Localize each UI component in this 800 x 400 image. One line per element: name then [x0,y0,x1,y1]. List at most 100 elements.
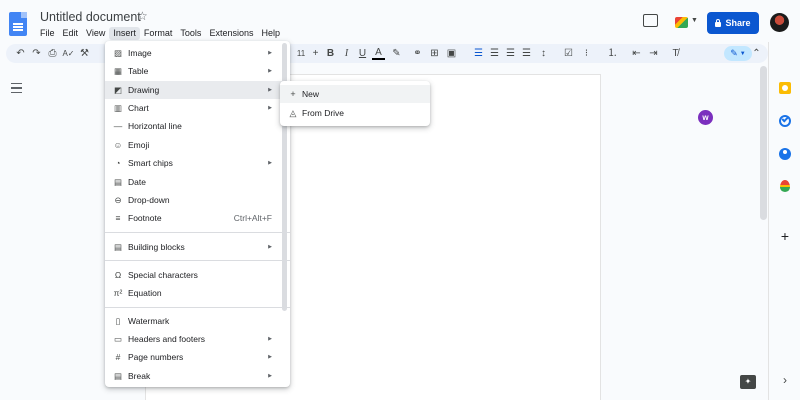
explore-icon[interactable]: ✦ [740,375,756,389]
submenu-arrow-icon: ▶ [268,105,272,111]
highlight-color-icon[interactable]: ✎ [390,47,403,60]
menu-item-drop-down[interactable]: ⊖ Drop-down [105,191,290,209]
side-panel: + › [768,42,800,400]
menu-item-watermark[interactable]: ▯ Watermark [105,312,290,330]
menu-insert[interactable]: Insert [109,27,140,40]
menu-extensions[interactable]: Extensions [205,27,257,40]
lock-icon [715,18,722,27]
submenu-arrow-icon: ▶ [268,68,272,74]
menu-help[interactable]: Help [257,27,284,40]
menu-item-footnote[interactable]: ≡ Footnote Ctrl+Alt+F [105,209,290,227]
menu-view[interactable]: View [82,27,109,40]
menu-tools[interactable]: Tools [176,27,205,40]
shortcut-label: Ctrl+Alt+F [233,213,272,223]
align-center-icon[interactable]: ☰ [488,47,501,60]
plus-icon: + [290,89,296,99]
avatar[interactable] [770,13,789,32]
smart-chips-icon: ◔ [115,158,121,168]
headers-footers-icon: ▭ [113,333,123,344]
editing-mode-button[interactable]: ✎ ▼ [724,46,752,61]
share-label: Share [725,18,751,28]
menu-item-special-characters[interactable]: Ω Special characters [105,266,290,284]
numbered-list-icon[interactable]: ⒈ [606,47,619,60]
clear-formatting-icon[interactable]: T̸ [669,47,682,60]
text-color-icon[interactable]: A [372,47,385,60]
increase-font-size-icon[interactable]: + [309,47,322,60]
justify-icon[interactable]: ☰ [520,47,533,60]
align-left-icon[interactable]: ☰ [472,47,485,60]
drawing-submenu: + New ◬ From Drive [280,81,430,126]
menu-file[interactable]: File [36,27,59,40]
menu-item-page-numbers[interactable]: # Page numbers ▶ [105,348,290,366]
special-characters-icon: Ω [114,270,122,280]
insert-image-icon[interactable]: ▣ [445,47,458,60]
menu-item-chart[interactable]: ▥ Chart ▶ [105,99,290,117]
menu-item-horizontal-line[interactable]: — Horizontal line [105,117,290,135]
maps-icon[interactable] [780,180,790,192]
menu-item-equation[interactable]: π² Equation [105,284,290,302]
submenu-arrow-icon: ▶ [268,87,272,93]
redo-icon[interactable]: ↷ [30,47,43,60]
menu-item-date[interactable]: ▤ Date [105,173,290,191]
keep-icon[interactable] [779,82,791,94]
meet-button[interactable]: ▼ [672,14,700,32]
submenu-arrow-icon: ▶ [268,373,272,379]
vertical-scrollbar[interactable] [760,66,767,220]
table-icon: ▦ [113,65,123,76]
print-icon[interactable]: ⎙ [46,47,59,60]
collapse-toolbar-icon[interactable]: ⌃ [750,47,763,60]
dropdown-icon: ⊖ [114,194,122,205]
menu-item-emoji[interactable]: ☺ Emoji [105,136,290,154]
menu-item-smart-chips[interactable]: ◔ Smart chips ▶ [105,154,290,172]
decrease-indent-icon[interactable]: ⇤ [630,47,643,60]
line-spacing-icon[interactable]: ↕ [537,47,550,60]
bold-icon[interactable]: B [324,47,337,60]
menu-bar: File Edit View Insert Format Tools Exten… [36,27,284,40]
menu-edit[interactable]: Edit [59,27,83,40]
italic-icon[interactable]: I [340,47,353,60]
menu-divider [105,307,290,308]
menu-format[interactable]: Format [140,27,177,40]
docs-logo-icon[interactable] [9,12,27,36]
font-size-input[interactable]: 11 [292,47,310,60]
chart-icon: ▥ [113,102,123,113]
add-comment-icon[interactable]: ⊞ [428,47,441,60]
submenu-arrow-icon: ▶ [268,50,272,56]
menu-item-drawing[interactable]: ◩ Drawing ▶ [105,81,290,99]
submenu-item-from-drive[interactable]: ◬ From Drive [280,104,430,122]
caret-down-icon: ▼ [691,17,698,24]
menu-item-table[interactable]: ▦ Table ▶ [105,62,290,80]
star-icon[interactable]: ☆ [137,9,148,23]
share-button[interactable]: Share [707,12,759,34]
meet-icon [675,17,688,28]
contacts-icon[interactable] [779,148,791,160]
paint-format-icon[interactable]: ⚒ [78,47,91,60]
menu-divider [105,260,290,261]
comment-history-icon[interactable] [643,14,658,27]
menu-item-building-blocks[interactable]: ▤ Building blocks ▶ [105,238,290,256]
get-addons-icon[interactable]: + [779,229,791,243]
menu-divider [105,232,290,233]
menu-item-headers-and-footers[interactable]: ▭ Headers and footers ▶ [105,330,290,348]
underline-icon[interactable]: U [356,47,369,60]
submenu-arrow-icon: ▶ [268,244,272,250]
drawing-icon: ◩ [113,84,123,95]
checklist-icon[interactable]: ☑ [562,47,575,60]
document-outline-icon[interactable] [11,83,22,93]
page-numbers-icon: # [115,352,121,362]
image-icon: ▨ [113,47,123,58]
chevron-right-icon[interactable]: › [779,374,791,386]
increase-indent-icon[interactable]: ⇥ [647,47,660,60]
submenu-item-new[interactable]: + New [280,85,430,103]
align-right-icon[interactable]: ☰ [504,47,517,60]
menu-item-image[interactable]: ▨ Image ▶ [105,44,290,62]
spellcheck-icon[interactable]: A✓ [62,47,75,60]
extension-badge-icon[interactable]: w [698,110,713,125]
link-icon[interactable]: ⚭ [411,47,424,60]
undo-icon[interactable]: ↶ [14,47,27,60]
bulleted-list-icon[interactable]: ⁝ [580,47,593,60]
drive-icon: ◬ [289,107,297,118]
document-title[interactable]: Untitled document [40,10,141,24]
tasks-icon[interactable] [779,115,791,127]
menu-item-break[interactable]: ▤ Break ▶ [105,367,290,385]
